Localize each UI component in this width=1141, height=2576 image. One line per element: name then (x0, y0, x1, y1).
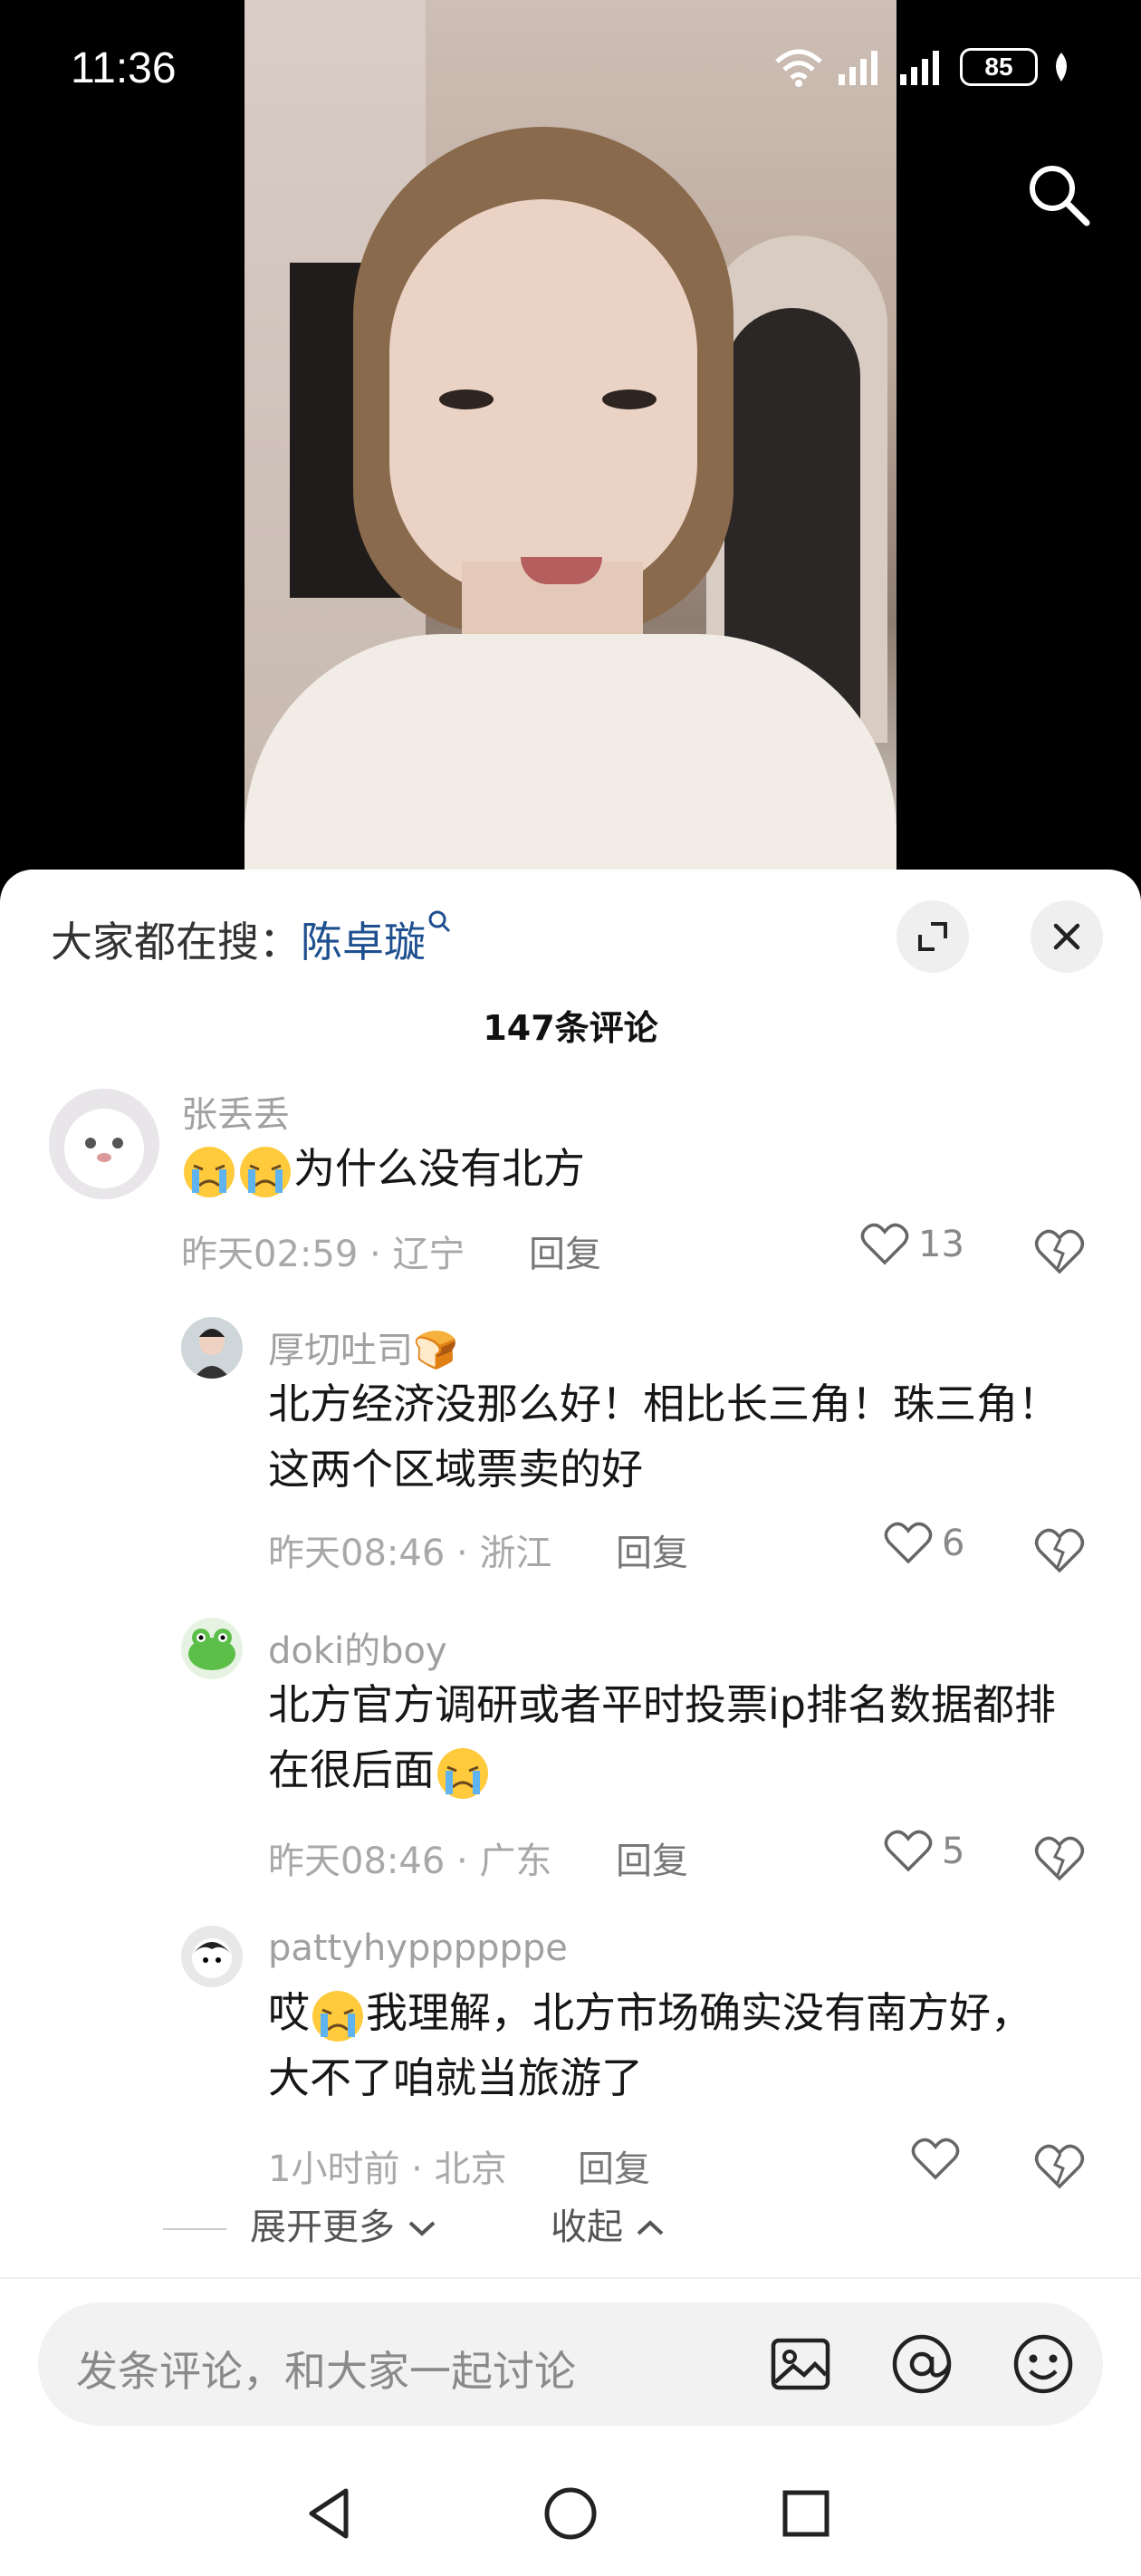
like-button[interactable]: 5 (884, 1830, 964, 1873)
reply-item: doki的boy 北方官方调研或者平时投票ip排名数据都排在很后面 昨天08:4… (0, 1614, 1141, 1886)
comment-text: 为什么没有北方 (181, 1136, 1069, 1201)
search-icon[interactable] (1023, 159, 1092, 228)
like-button[interactable]: 6 (884, 1522, 964, 1565)
comment-time: 昨天08:46 (268, 1841, 446, 1882)
comment-input-placeholder: 发条评论，和大家一起讨论 (76, 2347, 576, 2396)
crying-emoji-icon (184, 1146, 235, 1197)
input-divider (0, 2277, 1141, 2279)
comment-text: 北方官方调研或者平时投票ip排名数据都排在很后面 (268, 1672, 1083, 1802)
status-time: 11:36 (71, 44, 177, 92)
signal-icon (839, 51, 877, 85)
home-nav-icon[interactable] (539, 2482, 602, 2545)
collapse-label: 收起 (551, 2206, 623, 2248)
image-icon[interactable] (766, 2330, 835, 2398)
back-nav-icon[interactable] (299, 2482, 362, 2545)
comment-author[interactable]: 张丢丢 (181, 1085, 290, 1138)
avatar[interactable] (181, 1618, 243, 1679)
reply-item: 厚切吐司🍞 北方经济没那么好！相比长三角！珠三角！这两个区域票卖的好 昨天08:… (0, 1313, 1141, 1585)
crying-emoji-icon (437, 1747, 488, 1799)
expand-more-label: 展开更多 (250, 2206, 395, 2248)
expand-icon (918, 922, 947, 951)
search-hint-keyword[interactable]: 陈卓璇 (301, 918, 426, 966)
comment-time: 昨天02:59 (181, 1234, 359, 1275)
emoji-icon[interactable] (1009, 2330, 1078, 2398)
reply-item: pattyhyppppppe 哎我理解，北方市场确实没有南方好，大不了咱就当旅游… (0, 1922, 1141, 2190)
dislike-heart-icon[interactable] (1034, 1228, 1085, 1275)
comment-time: 1小时前 (268, 2148, 400, 2190)
comment-meta: 昨天08:46 · 广东 (268, 1841, 552, 1882)
heart-icon (860, 1223, 909, 1265)
crying-emoji-icon (240, 1146, 291, 1197)
reply-button[interactable]: 回复 (616, 1523, 688, 1576)
signal-icon-2 (900, 51, 939, 85)
like-button[interactable]: 13 (860, 1223, 964, 1266)
heart-icon (884, 1522, 933, 1564)
comment-item: 张丢丢 为什么没有北方 昨天02:59 · 辽宁 回复 13 (0, 1078, 1141, 1295)
avatar[interactable] (181, 1926, 243, 1987)
reply-button[interactable]: 回复 (616, 1831, 688, 1884)
comment-time: 昨天08:46 (268, 1533, 446, 1574)
video-frame (244, 0, 896, 888)
like-count: 5 (942, 1831, 965, 1872)
expand-button[interactable] (896, 900, 969, 973)
comment-meta: 昨天02:59 · 辽宁 (181, 1234, 465, 1275)
comment-author[interactable]: pattyhyppppppe (268, 1927, 568, 1969)
video-player[interactable]: 11:36 85 (0, 0, 1141, 888)
close-icon (1053, 923, 1080, 950)
chevron-down-icon (408, 2221, 436, 2236)
comment-input[interactable]: 发条评论，和大家一起讨论 (38, 2302, 1103, 2426)
search-suggestion[interactable]: 大家都在搜：陈卓璇 (51, 909, 451, 969)
comment-text: 北方经济没那么好！相比长三角！珠三角！这两个区域票卖的好 (268, 1379, 1060, 1494)
expand-more-button[interactable]: 展开更多 (250, 2197, 437, 2250)
battery-indicator: 85 (960, 48, 1038, 86)
comment-text-body: 我理解，北方市场确实没有南方好，大不了咱就当旅游了 (268, 1988, 1032, 2102)
comment-location: 辽宁 (392, 1234, 465, 1275)
dislike-heart-icon[interactable] (1034, 1527, 1085, 1574)
comment-location: 广东 (479, 1841, 552, 1882)
comment-author[interactable]: 厚切吐司🍞 (268, 1321, 458, 1373)
comment-count: 147条评论 (483, 1008, 658, 1048)
thread-divider (163, 2228, 226, 2230)
thread-controls: 展开更多 收起 (0, 2197, 1141, 2252)
avatar[interactable] (49, 1089, 159, 1199)
close-button[interactable] (1031, 900, 1103, 973)
reply-button[interactable]: 回复 (578, 2139, 650, 2192)
heart-icon (884, 1830, 933, 1872)
chevron-up-icon (637, 2220, 664, 2235)
comment-meta: 1小时前 · 北京 (268, 2148, 507, 2190)
at-icon[interactable] (887, 2330, 956, 2398)
comment-location: 浙江 (479, 1533, 552, 1574)
comment-author[interactable]: doki的boy (268, 1621, 447, 1674)
comment-text-body: 为什么没有北方 (293, 1144, 585, 1193)
dislike-heart-icon[interactable] (1034, 2143, 1085, 2190)
crying-emoji-icon (312, 1990, 363, 2042)
like-count: 6 (942, 1523, 965, 1564)
comment-text-prefix: 哎 (268, 1988, 310, 2037)
comment-text: 哎我理解，北方市场确实没有南方好，大不了咱就当旅游了 (268, 1980, 1065, 2110)
leaf-icon (1056, 53, 1067, 82)
comment-location: 北京 (434, 2148, 507, 2190)
reply-button[interactable]: 回复 (529, 1225, 601, 1277)
collapse-button[interactable]: 收起 (551, 2197, 666, 2250)
small-search-icon (428, 910, 451, 933)
status-icons: 85 (773, 47, 1072, 87)
avatar[interactable] (181, 1317, 243, 1379)
like-count: 13 (918, 1224, 964, 1265)
dislike-heart-icon[interactable] (1034, 1835, 1085, 1882)
comment-meta: 昨天08:46 · 浙江 (268, 1533, 552, 1574)
recents-nav-icon[interactable] (774, 2482, 838, 2545)
wifi-icon (775, 49, 822, 87)
comment-text-body: 北方官方调研或者平时投票ip排名数据都排在很后面 (268, 1680, 1056, 1794)
heart-icon (911, 2138, 960, 2180)
search-hint-prefix: 大家都在搜： (51, 918, 301, 966)
like-button[interactable] (911, 2138, 969, 2181)
